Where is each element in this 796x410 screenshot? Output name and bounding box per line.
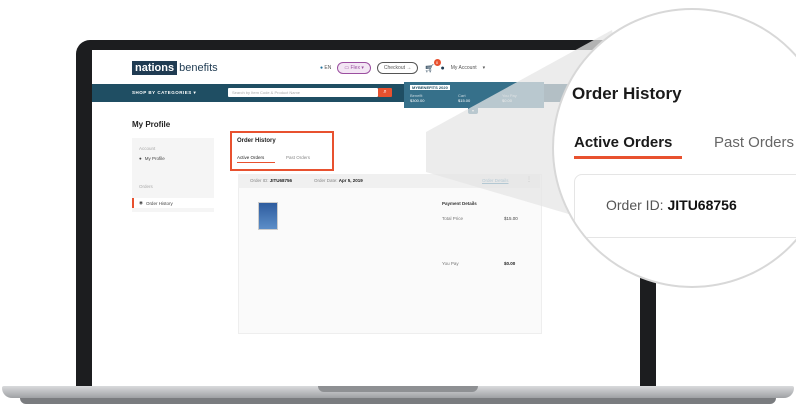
zoom-order-id: Order ID: JITU68756	[606, 197, 737, 213]
zoom-order-id-value: JITU68756	[667, 197, 737, 213]
zoom-order-id-label: Order ID:	[606, 197, 664, 213]
zoom-active-tab-underline	[574, 156, 682, 159]
zoom-tab-active-orders[interactable]: Active Orders	[574, 134, 672, 151]
zoom-tab-past-orders[interactable]: Past Orders	[714, 134, 794, 151]
zoom-order-history-title: Order History	[572, 84, 682, 103]
